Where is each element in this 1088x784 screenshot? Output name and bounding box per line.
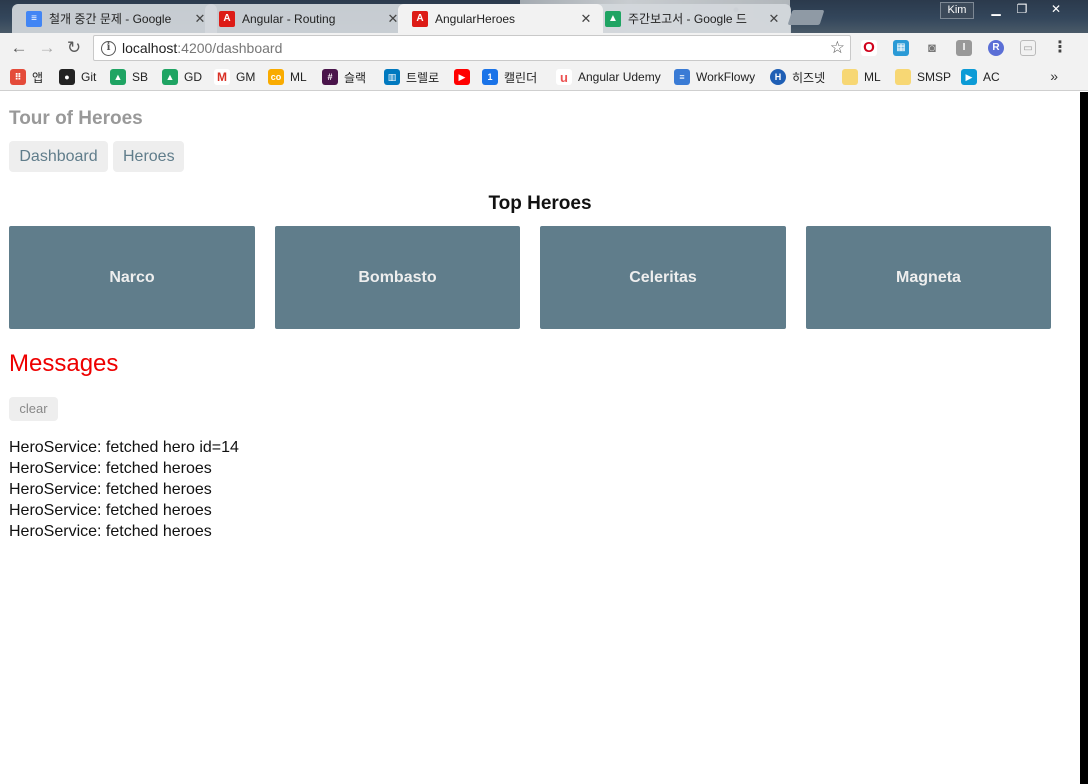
extension-icon[interactable]: ▭ [1020,40,1036,56]
hero-card[interactable]: Magneta [806,226,1051,329]
hero-card[interactable]: Bombasto [275,226,520,329]
folder-icon [895,69,911,85]
message-item: HeroService: fetched heroes [9,502,212,519]
forward-icon[interactable]: → [37,38,57,58]
tab-title: Angular - Routing [242,11,336,26]
colab-icon: co [268,69,284,85]
url-host: localhost [122,40,178,56]
bookmarks-bar: ⠿ 앱 ● Git ▲ SB ▲ GD M GM co ML # 슬랙 ▥ 트렐로 ▶ 1 캘린더… [0,63,1088,91]
back-icon[interactable]: ← [9,38,29,58]
message-item: HeroService: fetched heroes [9,460,212,477]
browser-tab[interactable]: A Angular - Routing ✕ [205,4,410,33]
bookmark-ac[interactable]: ▶ AC [961,68,1000,86]
bookmark-gd[interactable]: ▲ GD [162,68,202,86]
bookmark-git[interactable]: ● Git [59,68,96,86]
restore-icon[interactable]: ❐ [1008,1,1036,19]
reload-icon[interactable]: ↻ [64,38,84,58]
google-docs-icon: ≡ [26,10,42,27]
slack-icon: # [322,69,338,85]
trello-icon: ▥ [384,69,400,85]
browser-tab[interactable]: ≡ 철개 중간 문제 - Google ✕ [12,4,217,33]
google-drive-icon: ▲ [110,69,126,85]
message-item: HeroService: fetched heroes [9,523,212,540]
extension-icon[interactable]: R [988,40,1004,56]
google-drive-icon: ▲ [605,10,621,27]
bookmark-gm[interactable]: M GM [214,68,255,86]
google-drive-icon: ▲ [162,69,178,85]
bookmark-folder-ml[interactable]: ML [842,68,881,86]
bookmark-calendar[interactable]: 1 캘린더 [482,68,537,86]
window-edge [1080,92,1088,784]
close-window-icon[interactable]: ✕ [1036,1,1076,19]
tab-title: 주간보고서 - Google 드 [628,12,747,26]
workflowy-icon: ≡ [674,69,690,85]
angular-icon: A [219,10,235,27]
bookmark-hiznet[interactable]: H 히즈넷 [770,68,825,86]
menu-icon[interactable]: ⋮ [1052,40,1068,56]
bookmark-trello[interactable]: ▥ 트렐로 [384,68,439,86]
extension-icon[interactable]: I [956,40,972,56]
angular-icon: A [412,10,428,27]
bookmark-youtube[interactable]: ▶ [454,68,476,86]
address-bar[interactable]: i localhost:4200/dashboard ☆ [93,35,851,61]
bookmark-apps[interactable]: ⠿ 앱 [10,68,43,86]
calendar-icon: 1 [482,69,498,85]
minimize-icon[interactable]: ▁ [982,1,1010,19]
hiznet-icon: H [770,69,786,85]
info-icon[interactable]: i [101,40,116,56]
top-heroes-heading: Top Heroes [488,193,592,214]
message-item: HeroService: fetched hero id=14 [9,439,239,456]
message-list: HeroService: fetched hero id=14 HeroServ… [9,437,239,542]
folder-icon [842,69,858,85]
bookmark-sb[interactable]: ▲ SB [110,68,148,86]
bookmark-ml[interactable]: co ML [268,68,307,86]
browser-tab-active[interactable]: A AngularHeroes ✕ [398,4,603,33]
bookmark-udemy[interactable]: u Angular Udemy [556,68,661,86]
close-tab-icon[interactable]: ✕ [579,11,593,27]
youtube-icon: ▶ [454,69,470,85]
apps-grid-icon: ⠿ [10,69,26,85]
bookmark-folder-smsp[interactable]: SMSP [895,68,951,86]
close-tab-icon[interactable]: ✕ [767,11,781,27]
tab-title: 철개 중간 문제 - Google [49,12,172,26]
url-path: :4200/dashboard [177,40,283,56]
hero-card[interactable]: Narco [9,226,255,329]
message-item: HeroService: fetched heroes [9,481,212,498]
bookmark-star-icon[interactable]: ☆ [830,38,845,58]
browser-tab[interactable]: ▲ 주간보고서 - Google 드 ✕ [591,4,791,33]
messages-heading: Messages [9,350,119,377]
more-bookmarks-icon[interactable]: » [1050,68,1058,84]
bookmark-slack[interactable]: # 슬랙 [322,68,366,86]
tab-title: AngularHeroes [435,11,516,26]
profile-button[interactable]: Kim [940,2,974,19]
browser-toolbar: ← → ↻ i localhost:4200/dashboard ☆ O ▦ ◙… [0,33,1088,63]
clear-messages-button[interactable]: clear [9,397,58,421]
browser-titlebar: ≡ 철개 중간 문제 - Google ✕ A Angular - Routin… [0,0,1088,33]
app-title: Tour of Heroes [9,108,143,129]
bookmark-workflowy[interactable]: ≡ WorkFlowy [674,68,755,86]
camera-icon[interactable]: ◙ [924,40,940,56]
github-icon: ● [59,69,75,85]
opera-icon[interactable]: O [861,40,877,56]
page-content: Tour of Heroes Dashboard Heroes Top Hero… [0,92,1080,784]
udemy-icon: u [556,69,572,85]
gmail-icon: M [214,69,230,85]
new-tab-button[interactable] [787,10,825,25]
nav-heroes-link[interactable]: Heroes [113,141,184,172]
extension-icon[interactable]: ▦ [893,40,909,56]
hero-card[interactable]: Celeritas [540,226,786,329]
nav-dashboard-link[interactable]: Dashboard [9,141,108,172]
ac-icon: ▶ [961,69,977,85]
